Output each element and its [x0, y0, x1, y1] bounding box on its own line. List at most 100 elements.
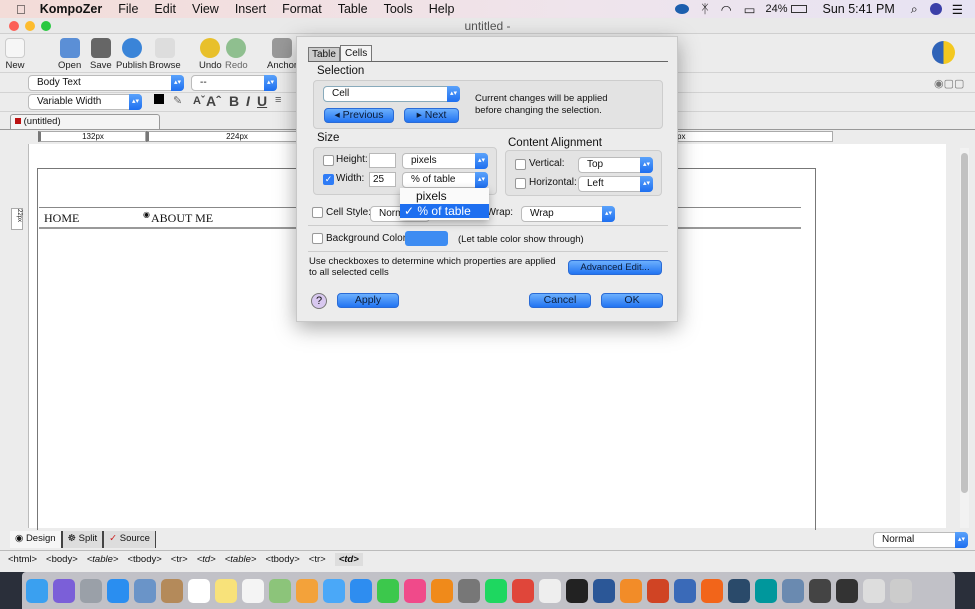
paragraph-format-select[interactable]: Body Text ▴▾	[28, 75, 184, 91]
contacts-icon[interactable]	[161, 578, 183, 603]
calendar-icon[interactable]	[188, 578, 210, 603]
apple-icon[interactable]: 	[16, 2, 26, 17]
next-button[interactable]: ▸ Next	[404, 108, 459, 123]
tag-tbody[interactable]: <tbody>	[265, 554, 299, 565]
zoom-window-button[interactable]	[41, 21, 51, 31]
tab-source[interactable]: ✓ Source	[104, 531, 156, 548]
tab-split[interactable]: ☸ Split	[62, 531, 105, 548]
screenshot-icon[interactable]	[863, 578, 885, 603]
cancel-button[interactable]: Cancel	[529, 293, 591, 308]
app-store-icon[interactable]	[350, 578, 372, 603]
vertical-checkbox[interactable]	[515, 159, 526, 170]
launchpad-icon[interactable]	[80, 578, 102, 603]
finder-icon[interactable]	[26, 578, 48, 603]
menu-insert[interactable]: Insert	[235, 2, 266, 16]
highlight-pen-icon[interactable]: ✎	[173, 94, 182, 107]
redo-button[interactable]: Redo	[225, 38, 248, 71]
menu-help[interactable]: Help	[429, 2, 455, 16]
font-size-smaller-icon[interactable]: Aˇ	[193, 95, 205, 107]
kompozer-icon[interactable]	[674, 578, 696, 603]
terminal-window-icon[interactable]	[836, 578, 858, 603]
tag-table[interactable]: <table>	[87, 554, 119, 565]
siri-icon[interactable]	[53, 578, 75, 603]
previous-button[interactable]: ◂ Previous	[324, 108, 394, 123]
clock[interactable]: Sun 5:41 PM	[823, 2, 895, 16]
close-window-button[interactable]	[9, 21, 19, 31]
tab-table[interactable]: Table	[308, 47, 340, 62]
new-button[interactable]: New	[5, 38, 25, 71]
status-app-icon[interactable]	[675, 4, 690, 14]
menu-view[interactable]: View	[192, 2, 219, 16]
open-button[interactable]: Open	[58, 38, 81, 71]
fusion-icon[interactable]	[620, 578, 642, 603]
cell-about-me[interactable]: ABOUT ME	[151, 211, 213, 226]
tag-tbody[interactable]: <tbody>	[127, 554, 161, 565]
cell-style-checkbox[interactable]	[312, 207, 323, 218]
text-color-icon[interactable]	[154, 94, 164, 104]
preview-icon[interactable]	[134, 578, 156, 603]
messages-icon[interactable]	[323, 578, 345, 603]
itunes-icon[interactable]	[404, 578, 426, 603]
safari-icon[interactable]	[107, 578, 129, 603]
underline-button[interactable]: U	[257, 93, 267, 109]
tag-html[interactable]: <html>	[8, 554, 37, 565]
facetime-icon[interactable]	[377, 578, 399, 603]
firefox-icon[interactable]	[701, 578, 723, 603]
menu-tools[interactable]: Tools	[384, 2, 413, 16]
battery-icon[interactable]	[790, 5, 807, 13]
chrome-icon[interactable]	[512, 578, 534, 603]
tag-tr[interactable]: <tr>	[171, 554, 188, 565]
system-preferences-icon[interactable]	[458, 578, 480, 603]
tab-cells[interactable]: Cells	[340, 45, 373, 61]
width-checkbox[interactable]: ✓	[323, 174, 334, 185]
tag-td-current[interactable]: <td>	[334, 552, 363, 566]
textedit-icon[interactable]	[539, 578, 561, 603]
maps-icon[interactable]	[269, 578, 291, 603]
align-left-icon[interactable]: ≡	[275, 94, 281, 106]
vertical-scrollbar[interactable]	[960, 148, 969, 528]
ruler-col-1[interactable]: 132px	[38, 131, 146, 142]
height-checkbox[interactable]	[323, 155, 334, 166]
column-resize-handle-icon[interactable]: ◉	[143, 210, 150, 219]
trash-icon[interactable]	[890, 578, 912, 603]
width-select[interactable]: Variable Width ▴▾	[28, 94, 142, 110]
menu-format[interactable]: Format	[282, 2, 322, 16]
minimize-window-button[interactable]	[25, 21, 35, 31]
option-pixels[interactable]: pixels	[400, 188, 489, 204]
tag-body[interactable]: <body>	[46, 554, 78, 565]
notification-center-icon[interactable]: ☰	[952, 2, 963, 17]
menu-edit[interactable]: Edit	[154, 2, 176, 16]
undo-button[interactable]: Undo	[199, 38, 222, 71]
notes-icon[interactable]	[215, 578, 237, 603]
publish-button[interactable]: Publish	[116, 38, 147, 71]
ibooks-icon[interactable]	[431, 578, 453, 603]
height-input[interactable]	[369, 153, 396, 168]
vertical-align-select[interactable]: Top ▴▾	[578, 157, 653, 173]
photos-icon[interactable]	[296, 578, 318, 603]
siri-icon[interactable]	[929, 3, 942, 15]
bluetooth-icon[interactable]: ᛡ	[701, 2, 709, 16]
app-menu[interactable]: KompoZer	[40, 2, 103, 16]
width-input[interactable]: 25	[369, 172, 396, 187]
horizontal-align-select[interactable]: Left ▴▾	[578, 176, 653, 192]
option-percent-of-table[interactable]: ✓ % of table	[400, 204, 489, 218]
image-capture-icon[interactable]	[782, 578, 804, 603]
powerpoint-icon[interactable]	[647, 578, 669, 603]
css-style-icons[interactable]: ◉▢▢	[934, 77, 970, 90]
anchor-button[interactable]: Anchor	[267, 38, 297, 71]
mode-select[interactable]: Normal ▴▾	[873, 532, 968, 548]
wifi-icon[interactable]: ◠	[721, 2, 732, 17]
document-icon[interactable]	[809, 578, 831, 603]
spotlight-icon[interactable]: ⌕	[911, 2, 918, 17]
selection-select[interactable]: Cell ▴▾	[323, 86, 460, 102]
spotify-icon[interactable]	[485, 578, 507, 603]
menu-file[interactable]: File	[118, 2, 138, 16]
save-button[interactable]: Save	[90, 38, 112, 71]
height-unit-select[interactable]: pixels ▴▾	[402, 153, 488, 169]
background-color-swatch[interactable]	[405, 231, 448, 246]
tag-table[interactable]: <table>	[225, 554, 257, 565]
menu-table[interactable]: Table	[338, 2, 368, 16]
help-button[interactable]: ?	[311, 293, 327, 309]
background-color-checkbox[interactable]	[312, 233, 323, 244]
bold-button[interactable]: B	[229, 93, 239, 109]
